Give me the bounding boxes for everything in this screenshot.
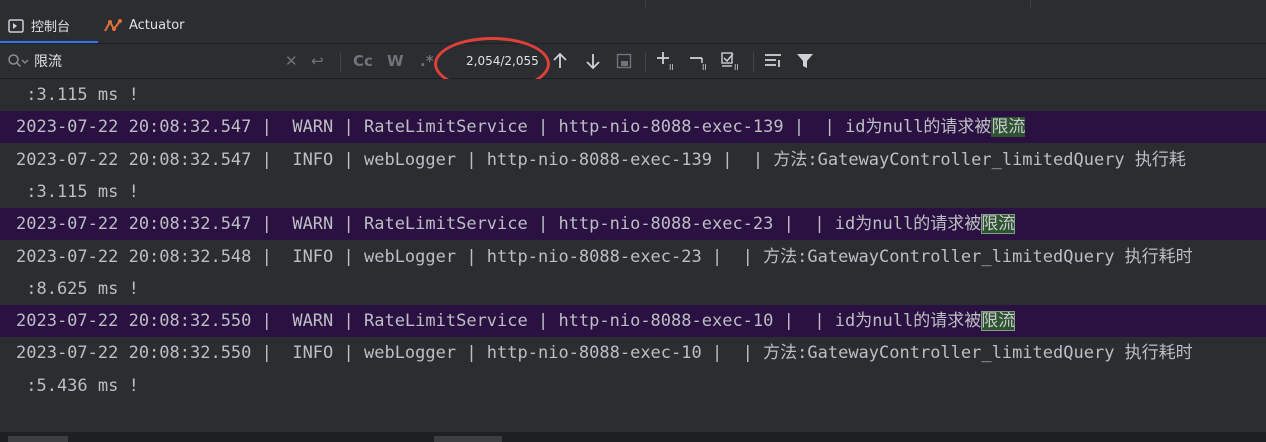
previous-occurrence-icon[interactable]: [552, 44, 568, 78]
svg-text:II: II: [734, 63, 739, 71]
log-text: :3.115 ms !: [16, 182, 139, 202]
new-line-icon[interactable]: ↩: [311, 44, 324, 78]
log-text: 2023-07-22 20:08:32.550 | INFO | webLogg…: [16, 343, 1193, 363]
search-history-icon[interactable]: [7, 44, 29, 78]
log-text: :8.625 ms !: [16, 279, 139, 299]
toolbar-separator: [753, 52, 754, 72]
console-output[interactable]: :3.115 ms ! 2023-07-22 20:08:32.547 | WAR…: [0, 79, 1266, 432]
clear-search-icon[interactable]: ✕: [285, 44, 298, 78]
log-line: 2023-07-22 20:08:32.548 | INFO | webLogg…: [0, 241, 1266, 273]
search-input[interactable]: 限流: [34, 44, 62, 78]
divider: [645, 0, 646, 8]
log-text: 2023-07-22 20:08:32.547 | WARN | RateLim…: [16, 117, 992, 137]
regex-toggle[interactable]: .*: [420, 44, 434, 78]
search-match-highlight: 限流: [981, 214, 1016, 234]
console-icon: [8, 18, 24, 34]
tool-window-tabbar: 控制台 Actuator: [0, 8, 1266, 43]
match-case-toggle[interactable]: Cc: [353, 44, 373, 78]
select-all-occurrences-icon[interactable]: [616, 44, 632, 78]
actuator-icon: [104, 18, 122, 34]
log-line-warn: 2023-07-22 20:08:32.550 | WARN | RateLim…: [0, 305, 1266, 337]
status-block: [8, 436, 68, 442]
search-match-highlight: 限流: [981, 311, 1016, 331]
log-line: 2023-07-22 20:08:32.547 | INFO | webLogg…: [0, 144, 1266, 176]
filter-lines-icon[interactable]: [764, 44, 784, 78]
log-text: 2023-07-22 20:08:32.548 | INFO | webLogg…: [16, 247, 1193, 267]
svg-text:II: II: [669, 63, 674, 71]
tab-actuator-label: Actuator: [129, 18, 185, 33]
bottom-strip: [0, 432, 1266, 442]
tab-console[interactable]: 控制台: [0, 8, 98, 43]
search-match-highlight: 限流: [991, 117, 1026, 137]
find-toolbar: 限流 ✕ ↩ Cc W .* 2,054/2,055 II II II: [0, 43, 1266, 79]
next-occurrence-icon[interactable]: [585, 44, 601, 78]
log-text: 2023-07-22 20:08:32.547 | INFO | webLogg…: [16, 150, 1186, 170]
filter-icon[interactable]: [796, 44, 814, 78]
log-line: :3.115 ms !: [0, 79, 1266, 111]
toolbar-separator: [340, 52, 341, 72]
tab-actuator[interactable]: Actuator: [104, 8, 185, 43]
remove-occurrence-icon[interactable]: II: [689, 44, 711, 78]
log-line-warn: 2023-07-22 20:08:32.547 | WARN | RateLim…: [0, 111, 1266, 143]
svg-text:II: II: [702, 63, 707, 71]
log-line: :8.625 ms !: [0, 273, 1266, 305]
select-all-matches-icon[interactable]: II: [721, 44, 743, 78]
tab-console-label: 控制台: [31, 20, 71, 35]
log-text: :5.436 ms !: [16, 376, 139, 396]
words-toggle[interactable]: W: [387, 44, 404, 78]
log-line-warn: 2023-07-22 20:08:32.547 | WARN | RateLim…: [0, 208, 1266, 240]
log-line: 2023-07-22 20:08:32.550 | INFO | webLogg…: [0, 337, 1266, 369]
log-text: :3.115 ms !: [16, 85, 139, 105]
top-strip: [0, 0, 1266, 8]
log-text: 2023-07-22 20:08:32.547 | WARN | RateLim…: [16, 214, 982, 234]
log-line: :3.115 ms !: [0, 176, 1266, 208]
status-block: [434, 436, 502, 442]
toolbar-separator: [645, 52, 646, 72]
divider: [1030, 0, 1031, 8]
add-occurrence-icon[interactable]: II: [656, 44, 678, 78]
log-line: :5.436 ms !: [0, 370, 1266, 402]
log-text: 2023-07-22 20:08:32.550 | WARN | RateLim…: [16, 311, 982, 331]
